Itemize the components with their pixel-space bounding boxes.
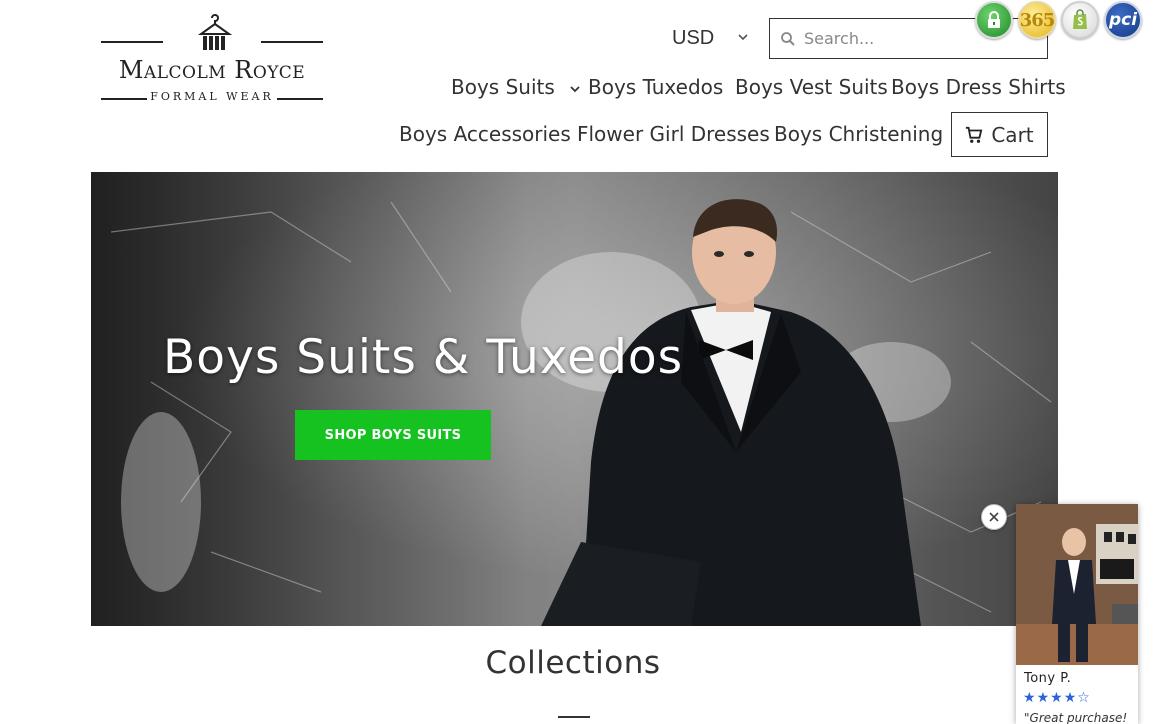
nav-boys-vest-suits[interactable]: Boys Vest Suits	[735, 75, 888, 99]
nav-boys-dress-shirts[interactable]: Boys Dress Shirts	[891, 75, 1066, 99]
hero-banner	[91, 172, 1058, 626]
shopify-badge[interactable]	[1061, 1, 1099, 39]
review-photo	[1016, 504, 1138, 665]
chevron-down-icon	[570, 85, 580, 92]
currency-selector[interactable]: USD	[672, 26, 754, 50]
365-badge[interactable]: 365	[1018, 1, 1056, 39]
nav-flower-girl-dresses[interactable]: Flower Girl Dresses	[577, 122, 770, 146]
365-badge-label: 365	[1019, 9, 1056, 31]
nav-boys-tuxedos[interactable]: Boys Tuxedos	[588, 75, 723, 99]
review-quote: "Great purchase!	[1024, 711, 1128, 724]
pci-badge-label: pci	[1108, 10, 1138, 30]
close-icon	[989, 512, 999, 522]
review-photo-image	[1016, 504, 1138, 665]
hero-title: Boys Suits & Tuxedos	[163, 330, 684, 385]
review-close-button[interactable]	[981, 504, 1007, 530]
logo-brand-name: Malcolm Royce	[118, 56, 306, 84]
search-icon	[781, 31, 795, 46]
nav-boys-accessories[interactable]: Boys Accessories	[399, 122, 571, 146]
logo-rule-bottom-right	[277, 98, 323, 100]
star-icon: ★	[1023, 690, 1037, 706]
cart-button[interactable]: Cart	[951, 112, 1048, 157]
star-icon: ★	[1050, 690, 1064, 706]
hanger-icon	[197, 14, 232, 50]
hero-model-image	[541, 199, 921, 626]
nav-boys-suits[interactable]: Boys Suits	[451, 75, 581, 99]
cart-icon	[966, 126, 983, 143]
logo-tagline: FORMAL WEAR	[150, 90, 274, 103]
collections-divider	[558, 716, 590, 718]
currency-value: USD	[672, 26, 715, 49]
secure-lock-badge[interactable]	[975, 1, 1013, 39]
lock-icon	[988, 11, 1000, 28]
collections-heading: Collections	[485, 645, 661, 681]
cart-label: Cart	[991, 122, 1034, 147]
review-rating: ★★★★☆	[1023, 690, 1091, 706]
logo-rule-left	[101, 41, 163, 43]
nav-boys-christening[interactable]: Boys Christening	[774, 122, 943, 146]
logo-rule-right	[261, 41, 323, 43]
chevron-down-icon	[738, 34, 748, 41]
star-icon: ★	[1063, 690, 1078, 706]
star-empty-icon: ☆	[1077, 690, 1091, 706]
reviewer-name: Tony P.	[1024, 671, 1072, 686]
star-icon: ★	[1036, 690, 1051, 706]
nav-boys-suits-label: Boys Suits	[451, 75, 555, 99]
review-popup[interactable]: Tony P. ★★★★☆ "Great purchase!	[1016, 504, 1138, 724]
site-logo[interactable]: Malcolm Royce FORMAL WEAR	[101, 14, 323, 106]
shop-boys-suits-button[interactable]: SHOP BOYS SUITS	[295, 410, 491, 460]
pci-badge[interactable]: pci	[1104, 1, 1142, 39]
shopify-bag-icon	[1073, 9, 1087, 29]
